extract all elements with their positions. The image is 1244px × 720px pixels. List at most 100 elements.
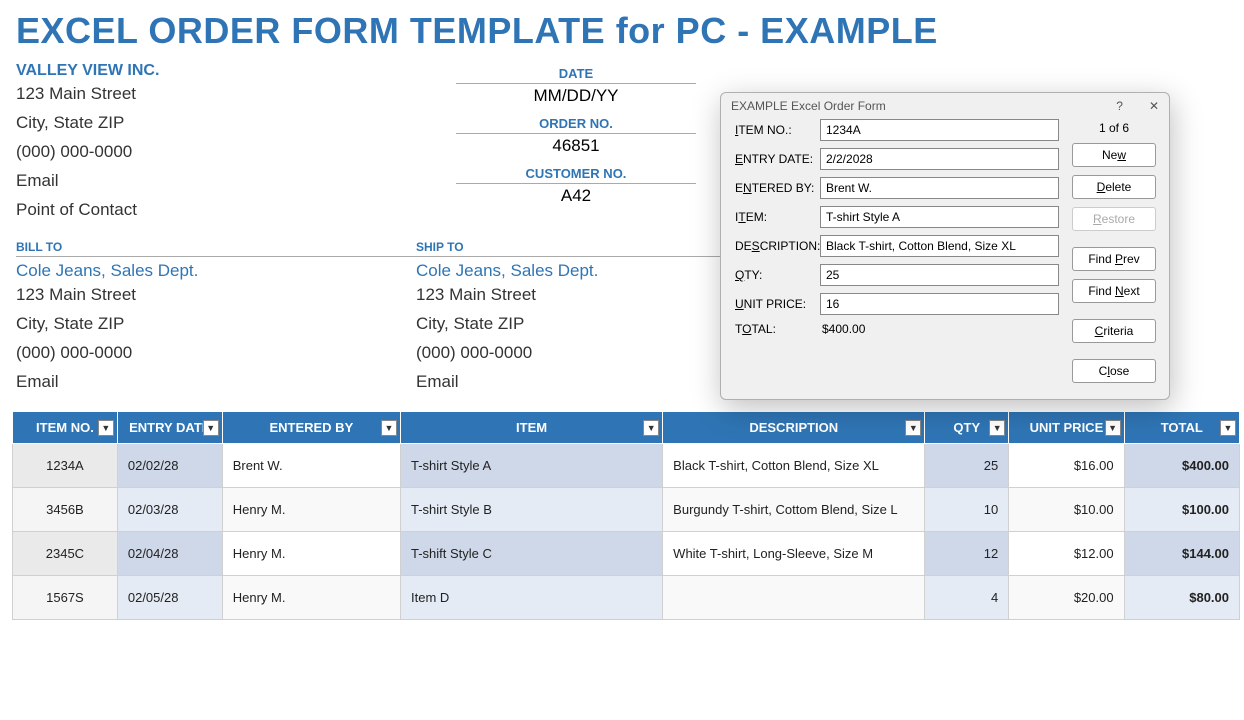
column-header[interactable]: ENTERED BY ▼ bbox=[222, 412, 400, 444]
filter-dropdown-icon[interactable]: ▼ bbox=[1220, 420, 1236, 436]
table-cell[interactable]: 25 bbox=[925, 444, 1009, 488]
vendor-email: Email bbox=[16, 167, 416, 196]
table-cell[interactable]: 12 bbox=[925, 532, 1009, 576]
total-label: TOTAL: bbox=[735, 322, 820, 336]
table-row[interactable]: 3456B02/03/28Henry M.T-shirt Style BBurg… bbox=[13, 488, 1240, 532]
table-cell[interactable] bbox=[663, 576, 925, 620]
table-cell[interactable]: 10 bbox=[925, 488, 1009, 532]
delete-button[interactable]: Delete bbox=[1072, 175, 1156, 199]
filter-dropdown-icon[interactable]: ▼ bbox=[1105, 420, 1121, 436]
column-header[interactable]: TOTAL ▼ bbox=[1124, 412, 1239, 444]
qty-field[interactable] bbox=[820, 264, 1059, 286]
restore-button: Restore bbox=[1072, 207, 1156, 231]
table-cell[interactable]: T-shift Style C bbox=[401, 532, 663, 576]
record-count: 1 of 6 bbox=[1099, 121, 1129, 135]
column-header[interactable]: UNIT PRICE▼ bbox=[1009, 412, 1124, 444]
bill-street: 123 Main Street bbox=[16, 281, 416, 310]
column-header-label: QTY bbox=[953, 420, 980, 435]
column-header[interactable]: ITEM NO. ▼ bbox=[13, 412, 118, 444]
item-field[interactable] bbox=[820, 206, 1059, 228]
customerno-label: CUSTOMER NO. bbox=[456, 166, 696, 184]
table-cell[interactable]: T-shirt Style B bbox=[401, 488, 663, 532]
filter-dropdown-icon[interactable]: ▼ bbox=[381, 420, 397, 436]
vendor-name: VALLEY VIEW INC. bbox=[16, 60, 416, 80]
date-value: MM/DD/YY bbox=[416, 84, 736, 110]
enteredby-label: ENTERED BY: bbox=[735, 181, 820, 195]
column-header-label: ENTERED BY bbox=[269, 420, 353, 435]
table-cell[interactable]: $80.00 bbox=[1124, 576, 1239, 620]
description-field[interactable] bbox=[820, 235, 1059, 257]
table-cell[interactable]: Brent W. bbox=[222, 444, 400, 488]
bill-city: City, State ZIP bbox=[16, 310, 416, 339]
find-next-button[interactable]: Find Next bbox=[1072, 279, 1156, 303]
vendor-contact: Point of Contact bbox=[16, 196, 416, 225]
unitprice-field[interactable] bbox=[820, 293, 1059, 315]
help-icon[interactable]: ? bbox=[1116, 99, 1123, 113]
item-label: ITEM: bbox=[735, 210, 820, 224]
criteria-button[interactable]: Criteria bbox=[1072, 319, 1156, 343]
table-cell[interactable]: 02/05/28 bbox=[117, 576, 222, 620]
table-cell[interactable]: Item D bbox=[401, 576, 663, 620]
table-cell[interactable]: $20.00 bbox=[1009, 576, 1124, 620]
orderno-value: 46851 bbox=[416, 134, 736, 160]
new-button[interactable]: New bbox=[1072, 143, 1156, 167]
table-cell[interactable]: 02/02/28 bbox=[117, 444, 222, 488]
description-label: DESCRIPTION: bbox=[735, 239, 820, 253]
table-cell[interactable]: $16.00 bbox=[1009, 444, 1124, 488]
column-header-label: TOTAL bbox=[1161, 420, 1203, 435]
bill-phone: (000) 000-0000 bbox=[16, 339, 416, 368]
entrydate-label: ENTRY DATE: bbox=[735, 152, 820, 166]
table-cell[interactable]: 1567S bbox=[13, 576, 118, 620]
table-cell[interactable]: 2345C bbox=[13, 532, 118, 576]
vendor-city: City, State ZIP bbox=[16, 109, 416, 138]
table-cell[interactable]: Henry M. bbox=[222, 532, 400, 576]
close-icon[interactable]: ✕ bbox=[1149, 99, 1159, 113]
table-cell[interactable]: 1234A bbox=[13, 444, 118, 488]
table-row[interactable]: 1234A02/02/28Brent W.T-shirt Style ABlac… bbox=[13, 444, 1240, 488]
vendor-phone: (000) 000-0000 bbox=[16, 138, 416, 167]
column-header[interactable]: ITEM ▼ bbox=[401, 412, 663, 444]
table-row[interactable]: 1567S02/05/28Henry M.Item D 4$20.00$80.00 bbox=[13, 576, 1240, 620]
filter-dropdown-icon[interactable]: ▼ bbox=[203, 420, 219, 436]
table-cell[interactable]: 4 bbox=[925, 576, 1009, 620]
filter-dropdown-icon[interactable]: ▼ bbox=[98, 420, 114, 436]
order-table: ITEM NO.▼ENTRY DATE▼ENTERED BY▼ITEM▼DESC… bbox=[12, 411, 1240, 620]
table-cell[interactable]: Henry M. bbox=[222, 488, 400, 532]
page-title: EXCEL ORDER FORM TEMPLATE for PC - EXAMP… bbox=[0, 0, 1244, 56]
table-cell[interactable]: $400.00 bbox=[1124, 444, 1239, 488]
table-cell[interactable]: T-shirt Style A bbox=[401, 444, 663, 488]
total-value: $400.00 bbox=[820, 322, 865, 336]
enteredby-field[interactable] bbox=[820, 177, 1059, 199]
find-prev-button[interactable]: Find Prev bbox=[1072, 247, 1156, 271]
vendor-block: VALLEY VIEW INC. 123 Main Street City, S… bbox=[16, 60, 416, 224]
table-cell[interactable]: $10.00 bbox=[1009, 488, 1124, 532]
table-cell[interactable]: Black T-shirt, Cotton Blend, Size XL bbox=[663, 444, 925, 488]
column-header[interactable]: ENTRY DATE▼ bbox=[117, 412, 222, 444]
column-header-label: UNIT PRICE bbox=[1030, 420, 1104, 435]
table-cell[interactable]: 02/03/28 bbox=[117, 488, 222, 532]
entrydate-field[interactable] bbox=[820, 148, 1059, 170]
column-header[interactable]: DESCRIPTION▼ bbox=[663, 412, 925, 444]
table-cell[interactable]: 02/04/28 bbox=[117, 532, 222, 576]
bill-to-label: BILL TO bbox=[16, 240, 416, 257]
column-header-label: ITEM NO. bbox=[36, 420, 94, 435]
table-cell[interactable]: Burgundy T-shirt, Cottom Blend, Size L bbox=[663, 488, 925, 532]
table-cell[interactable]: $144.00 bbox=[1124, 532, 1239, 576]
table-cell[interactable]: White T-shirt, Long-Sleeve, Size M bbox=[663, 532, 925, 576]
filter-dropdown-icon[interactable]: ▼ bbox=[905, 420, 921, 436]
column-header-label: ITEM bbox=[516, 420, 547, 435]
itemno-field[interactable] bbox=[820, 119, 1059, 141]
table-cell[interactable]: $12.00 bbox=[1009, 532, 1124, 576]
close-button[interactable]: Close bbox=[1072, 359, 1156, 383]
filter-dropdown-icon[interactable]: ▼ bbox=[643, 420, 659, 436]
customerno-value: A42 bbox=[416, 184, 736, 210]
table-row[interactable]: 2345C02/04/28Henry M.T-shift Style CWhit… bbox=[13, 532, 1240, 576]
filter-dropdown-icon[interactable]: ▼ bbox=[989, 420, 1005, 436]
bill-name: Cole Jeans, Sales Dept. bbox=[16, 257, 416, 281]
data-form-dialog[interactable]: EXAMPLE Excel Order Form ? ✕ ITEM NO.: E… bbox=[720, 92, 1170, 400]
table-cell[interactable]: $100.00 bbox=[1124, 488, 1239, 532]
table-cell[interactable]: 3456B bbox=[13, 488, 118, 532]
bill-email: Email bbox=[16, 368, 416, 397]
table-cell[interactable]: Henry M. bbox=[222, 576, 400, 620]
column-header[interactable]: QTY ▼ bbox=[925, 412, 1009, 444]
